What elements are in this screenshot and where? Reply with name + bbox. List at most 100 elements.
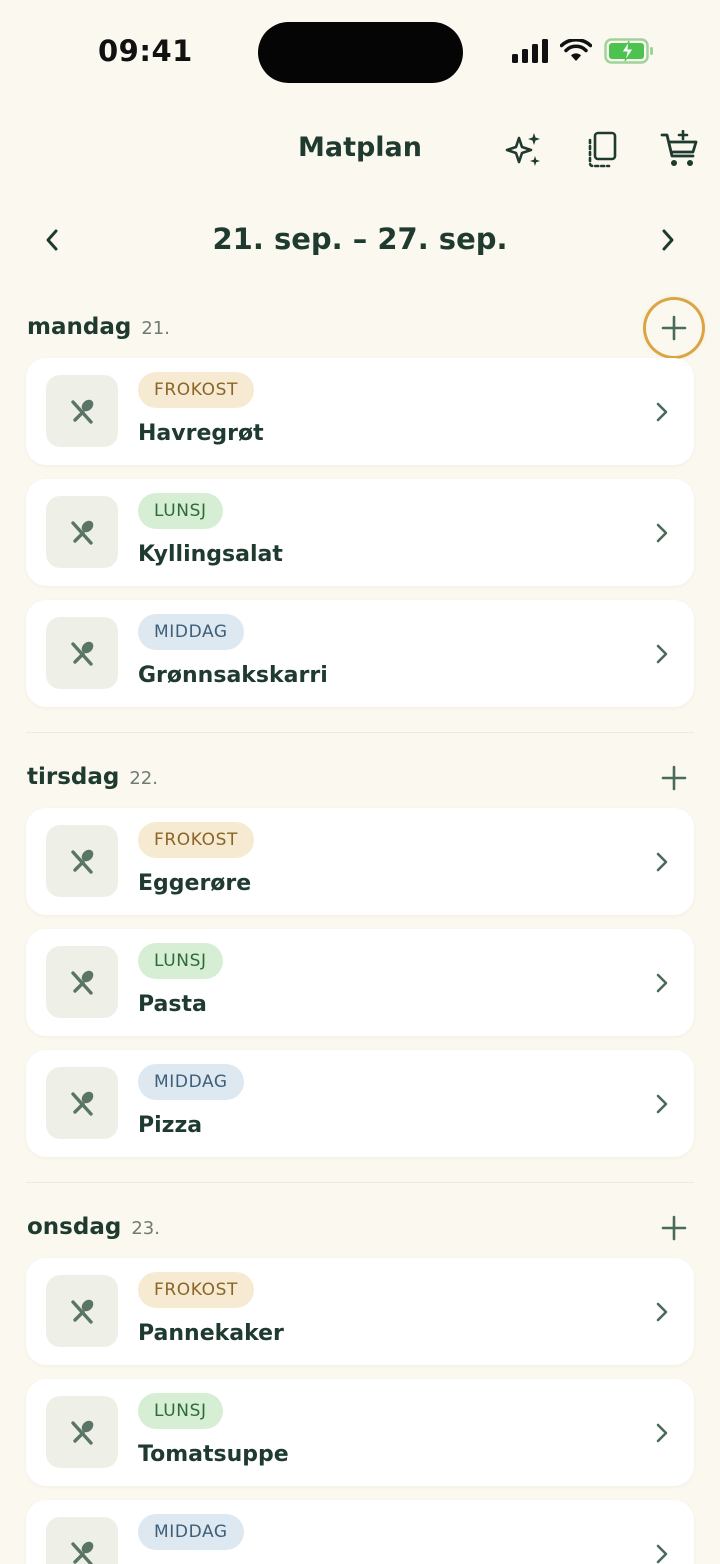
day-name: onsdag 23. [27, 1214, 160, 1240]
meal-name: Pasta [138, 992, 207, 1017]
weekday-label: mandag [27, 314, 132, 340]
meal-name: Kyllingsalat [138, 542, 283, 567]
plus-icon [661, 765, 687, 791]
meal-thumbnail [46, 1275, 118, 1347]
meal-name: Eggerøre [138, 871, 252, 896]
utensils-icon [71, 1091, 94, 1116]
wifi-icon [560, 39, 592, 61]
open-meal-chevron [648, 848, 676, 876]
meal-name: Pizza [138, 1113, 203, 1138]
chevron-right-icon [656, 644, 668, 664]
meal-name: Pannekaker [138, 1321, 284, 1346]
meal-type-badge: MIDDAG [138, 1514, 244, 1550]
meal-name: Tomatsuppe [138, 1442, 289, 1467]
meal-card[interactable]: FROKOST Eggerøre [26, 808, 694, 915]
open-meal-chevron [648, 1419, 676, 1447]
utensils-icon [71, 399, 94, 424]
meal-type-badge: FROKOST [138, 1272, 254, 1308]
app-header: Matplan [0, 118, 720, 182]
meal-type-badge: LUNSJ [138, 493, 223, 529]
utensils-icon [71, 520, 94, 545]
meal-type-badge: FROKOST [138, 822, 254, 858]
dynamic-island [258, 22, 463, 83]
weekday-label: tirsdag [27, 764, 120, 790]
open-meal-chevron [648, 1540, 676, 1564]
utensils-icon [71, 1541, 94, 1564]
open-meal-chevron [648, 398, 676, 426]
day-date: 21. [141, 318, 170, 339]
meal-thumbnail [46, 1067, 118, 1139]
chevron-right-icon [656, 1544, 668, 1564]
chevron-right-icon [656, 1094, 668, 1114]
day-date: 23. [131, 1218, 160, 1239]
week-navigator: 21. sep. – 27. sep. [0, 210, 720, 270]
meal-thumbnail [46, 1396, 118, 1468]
open-meal-chevron [648, 640, 676, 668]
day-date: 22. [129, 768, 158, 789]
chevron-right-icon [656, 1423, 668, 1443]
meal-thumbnail [46, 617, 118, 689]
copy-week-button[interactable] [578, 126, 626, 174]
signal-icon [512, 39, 548, 63]
meal-thumbnail [46, 946, 118, 1018]
meal-card[interactable]: MIDDAG Pizza [26, 1050, 694, 1157]
utensils-icon [71, 1420, 94, 1445]
meal-type-badge: MIDDAG [138, 614, 244, 650]
plus-icon [661, 1215, 687, 1241]
day-section: tirsdag 22. FROKOST Eggerøre LUNSJ Pasta… [0, 748, 720, 1171]
meal-type-badge: LUNSJ [138, 1393, 223, 1429]
meal-thumbnail [46, 375, 118, 447]
section-divider [26, 1182, 694, 1183]
meal-thumbnail [46, 825, 118, 897]
battery-charging-icon [604, 38, 653, 64]
day-section: mandag 21. FROKOST Havregrøt LUNSJ Kylli… [0, 298, 720, 721]
utensils-icon [71, 849, 94, 874]
copy-icon [588, 131, 617, 168]
day-header: mandag 21. [0, 298, 720, 358]
next-week-button[interactable] [644, 216, 692, 264]
ai-suggest-button[interactable] [500, 126, 548, 174]
section-divider [26, 732, 694, 733]
meal-type-badge: MIDDAG [138, 1064, 244, 1100]
meal-card[interactable]: LUNSJ Tomatsuppe [26, 1379, 694, 1486]
meal-thumbnail [46, 496, 118, 568]
shopping-list-button[interactable] [656, 126, 704, 174]
chevron-right-icon [656, 852, 668, 872]
meal-card[interactable]: FROKOST Havregrøt [26, 358, 694, 465]
add-meal-button[interactable] [646, 1200, 702, 1256]
add-meal-button[interactable] [646, 300, 702, 356]
open-meal-chevron [648, 969, 676, 997]
meal-type-badge: LUNSJ [138, 943, 223, 979]
status-time: 09:41 [98, 34, 193, 68]
chevron-right-icon [662, 229, 674, 251]
meal-thumbnail [46, 1517, 118, 1564]
meal-card[interactable]: LUNSJ Pasta [26, 929, 694, 1036]
day-header: tirsdag 22. [0, 748, 720, 808]
utensils-icon [71, 641, 94, 666]
plus-icon [661, 315, 687, 341]
chevron-right-icon [656, 973, 668, 993]
chevron-right-icon [656, 523, 668, 543]
chevron-right-icon [656, 1302, 668, 1322]
utensils-icon [71, 970, 94, 995]
meal-card[interactable]: FROKOST Pannekaker [26, 1258, 694, 1365]
weekday-label: onsdag [27, 1214, 122, 1240]
status-icons [512, 38, 654, 64]
day-section: onsdag 23. FROKOST Pannekaker LUNSJ Toma… [0, 1198, 720, 1564]
status-bar: 09:41 [0, 0, 720, 104]
cart-add-icon [660, 130, 698, 166]
meal-card[interactable]: MIDDAG Grønnsakskarri [26, 600, 694, 707]
add-meal-button[interactable] [646, 750, 702, 806]
meal-type-badge: FROKOST [138, 372, 254, 408]
open-meal-chevron [648, 1090, 676, 1118]
meal-card[interactable]: LUNSJ Kyllingsalat [26, 479, 694, 586]
sparkles-icon [505, 133, 540, 166]
day-name: tirsdag 22. [27, 764, 158, 790]
open-meal-chevron [648, 1298, 676, 1326]
utensils-icon [71, 1299, 94, 1324]
meal-card[interactable]: MIDDAG [26, 1500, 694, 1564]
meal-name: Havregrøt [138, 421, 264, 446]
meal-name: Grønnsakskarri [138, 663, 328, 688]
chevron-right-icon [656, 402, 668, 422]
day-header: onsdag 23. [0, 1198, 720, 1258]
